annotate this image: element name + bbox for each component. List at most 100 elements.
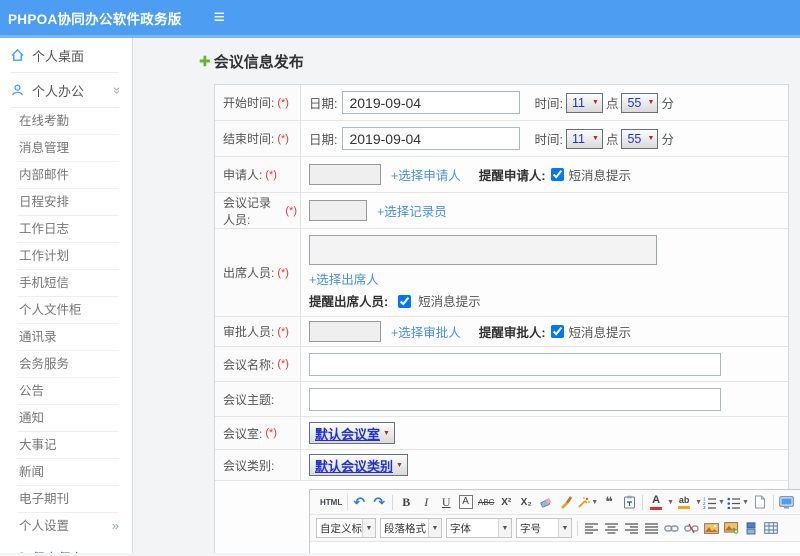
sidebar-item-e-journal[interactable]: 电子期刊 bbox=[17, 486, 119, 513]
unordered-list-icon[interactable]: ▼ bbox=[727, 493, 749, 511]
meeting-form: 开始时间:(*) 日期: 时间: 11▼ 点 55▼ 分 结束时间:(*) bbox=[214, 84, 800, 553]
italic-icon[interactable]: I bbox=[417, 493, 435, 511]
sidebar-item-contacts[interactable]: 通讯录 bbox=[17, 324, 119, 351]
app-window: PHPOA协同办公软件政务版 ≡ 个人桌面 个人办公 » 在线考勤 消息管理 内… bbox=[0, 0, 800, 556]
sidebar-item-personal-file-cabinet[interactable]: 个人文件柜 bbox=[17, 297, 119, 324]
font-color-icon[interactable]: A bbox=[647, 493, 665, 511]
rich-text-editor: HTML ↶ ↷ B I U A ABC X² X₂ ▼ ❝ A ▼ ab ▼ … bbox=[309, 489, 800, 553]
unlink-icon[interactable] bbox=[682, 519, 700, 537]
subscript-icon[interactable]: X₂ bbox=[517, 493, 535, 511]
paste-icon[interactable] bbox=[620, 493, 638, 511]
attendees-sms-checkbox[interactable] bbox=[397, 295, 411, 308]
choose-attendees-link[interactable]: +选择出席人 bbox=[309, 269, 379, 288]
row-end-time: 结束时间:(*) 日期: 时间: 11▼ 点 55▼ 分 bbox=[215, 121, 788, 157]
home-icon bbox=[10, 48, 25, 63]
sidebar-item-mobile-sms[interactable]: 手机短信 bbox=[17, 270, 119, 297]
heading-select[interactable]: 自定义标题▼ bbox=[316, 518, 376, 538]
sidebar-item-work-plan[interactable]: 工作计划 bbox=[17, 243, 119, 270]
meeting-room-select[interactable]: 默认会议室 ▼ bbox=[309, 422, 395, 444]
app-title: PHPOA协同办公软件政务版 bbox=[8, 11, 182, 27]
end-minute-select[interactable]: 55 ▼ bbox=[621, 128, 659, 149]
start-minute-select[interactable]: 55 ▼ bbox=[621, 92, 659, 113]
link-icon[interactable] bbox=[662, 519, 680, 537]
applicant-input[interactable] bbox=[309, 164, 381, 185]
dropdown-arrow-icon: ▼ bbox=[396, 461, 403, 469]
eraser-icon[interactable] bbox=[537, 493, 555, 511]
applicant-sms-checkbox[interactable] bbox=[551, 168, 565, 181]
image-add-icon[interactable] bbox=[722, 519, 740, 537]
font-border-icon[interactable]: A bbox=[457, 493, 475, 511]
choose-recorder-link[interactable]: +选择记录员 bbox=[377, 201, 447, 220]
user-icon bbox=[10, 83, 25, 98]
sidebar-item-internal-mail[interactable]: 内部邮件 bbox=[17, 162, 119, 189]
ordered-list-icon[interactable]: 1 2 3 ▼ bbox=[703, 493, 725, 511]
sidebar: 个人桌面 个人办公 » 在线考勤 消息管理 内部邮件 日程安排 工作日志 工作计… bbox=[0, 38, 133, 553]
row-recorder: 会议记录人员: (*) +选择记录员 bbox=[215, 193, 788, 229]
superscript-icon[interactable]: X² bbox=[497, 493, 515, 511]
approver-sms-checkbox[interactable] bbox=[551, 325, 565, 338]
align-right-icon[interactable] bbox=[622, 519, 640, 537]
align-center-icon[interactable] bbox=[602, 519, 620, 537]
sidebar-item-personal-settings[interactable]: 个人设置 » bbox=[17, 513, 119, 540]
end-date-input[interactable] bbox=[342, 127, 521, 150]
sidebar-item-schedule[interactable]: 日程安排 bbox=[17, 189, 119, 216]
sidebar-item-memorabilia[interactable]: 大事记 bbox=[17, 432, 119, 459]
align-left-icon[interactable] bbox=[582, 519, 600, 537]
row-applicant: 申请人: (*) +选择申请人 提醒申请人: 短消息提示 bbox=[215, 157, 788, 193]
attendees-textarea[interactable] bbox=[309, 235, 657, 265]
svg-text:3: 3 bbox=[703, 505, 706, 509]
bold-icon[interactable]: B bbox=[397, 493, 415, 511]
editor-toolbar-row1: HTML ↶ ↷ B I U A ABC X² X₂ ▼ ❝ A ▼ ab ▼ … bbox=[310, 490, 800, 515]
redo-icon[interactable]: ↷ bbox=[370, 493, 388, 511]
sidebar-item-online-attendance[interactable]: 在线考勤 bbox=[17, 108, 119, 135]
start-hour-select[interactable]: 11 ▼ bbox=[565, 92, 603, 113]
meeting-subject-input[interactable] bbox=[309, 387, 721, 411]
underline-icon[interactable]: U bbox=[437, 493, 455, 511]
row-meeting-name: 会议名称: (*) bbox=[215, 347, 788, 382]
sidebar-item-work-log[interactable]: 工作日志 bbox=[17, 216, 119, 243]
new-page-icon[interactable] bbox=[751, 493, 769, 511]
end-hour-select[interactable]: 11 ▼ bbox=[565, 128, 603, 149]
meeting-category-select[interactable]: 默认会议类别 ▼ bbox=[309, 454, 408, 476]
choose-applicant-link[interactable]: +选择申请人 bbox=[391, 165, 461, 184]
row-start-time: 开始时间:(*) 日期: 时间: 11▼ 点 55▼ 分 bbox=[215, 85, 788, 121]
sidebar-item-conference-service[interactable]: 会务服务 bbox=[17, 351, 119, 378]
paragraph-format-select[interactable]: 段落格式 ▼ bbox=[380, 518, 442, 538]
start-date-input[interactable] bbox=[342, 91, 521, 114]
strikethrough-icon[interactable]: ABC bbox=[477, 493, 495, 511]
row-approver: 审批人员: (*) +选择审批人 提醒审批人: 短消息提示 bbox=[215, 317, 788, 347]
blockquote-icon[interactable]: ❝ bbox=[600, 493, 618, 511]
html-source-button[interactable]: HTML bbox=[315, 493, 349, 511]
row-attendees: 出席人员: (*) +选择出席人 提醒出席人员: 短消息提示 bbox=[215, 229, 788, 317]
page-title: ✚ 会议信息发布 bbox=[199, 53, 304, 71]
image-icon[interactable] bbox=[702, 519, 720, 537]
sidebar-item-personal-desktop[interactable]: 个人桌面 bbox=[0, 38, 132, 72]
fullscreen-icon[interactable] bbox=[778, 493, 796, 511]
sidebar-item-notice[interactable]: 通知 bbox=[17, 405, 119, 432]
chevron-right-icon: » bbox=[111, 518, 119, 533]
sidebar-item-news[interactable]: 新闻 bbox=[17, 459, 119, 486]
table-icon[interactable] bbox=[762, 519, 780, 537]
recorder-input[interactable] bbox=[309, 200, 367, 221]
undo-icon[interactable]: ↶ bbox=[350, 493, 368, 511]
approver-input[interactable] bbox=[309, 321, 381, 342]
highlight-icon[interactable]: ab bbox=[675, 493, 693, 511]
page-break-icon[interactable] bbox=[742, 519, 760, 537]
menu-icon[interactable]: ≡ bbox=[214, 8, 225, 27]
chevron-right-icon: » bbox=[114, 550, 121, 554]
choose-approver-link[interactable]: +选择审批人 bbox=[391, 322, 461, 341]
dropdown-arrow-icon: ▼ bbox=[592, 99, 599, 106]
sidebar-item-message-management[interactable]: 消息管理 bbox=[17, 135, 119, 162]
font-size-select[interactable]: 字号 ▼ bbox=[516, 518, 572, 538]
editor-content-area[interactable] bbox=[310, 542, 800, 553]
autotypeset-icon[interactable]: ▼ bbox=[577, 493, 598, 511]
sidebar-item-personal-office[interactable]: 个人办公 » bbox=[0, 73, 132, 107]
plus-icon: ✚ bbox=[199, 53, 211, 69]
align-justify-icon[interactable] bbox=[642, 519, 660, 537]
format-painter-icon[interactable] bbox=[557, 493, 575, 511]
sidebar-item-announcement[interactable]: 公告 bbox=[17, 378, 119, 405]
meeting-name-input[interactable] bbox=[309, 352, 721, 376]
font-family-select[interactable]: 字体 ▼ bbox=[446, 518, 512, 538]
sidebar-item-supervision[interactable]: 督查督办 » bbox=[0, 540, 132, 553]
editor-toolbar-row2: 自定义标题▼ 段落格式▼ 字体▼ 字号▼ bbox=[310, 515, 800, 542]
